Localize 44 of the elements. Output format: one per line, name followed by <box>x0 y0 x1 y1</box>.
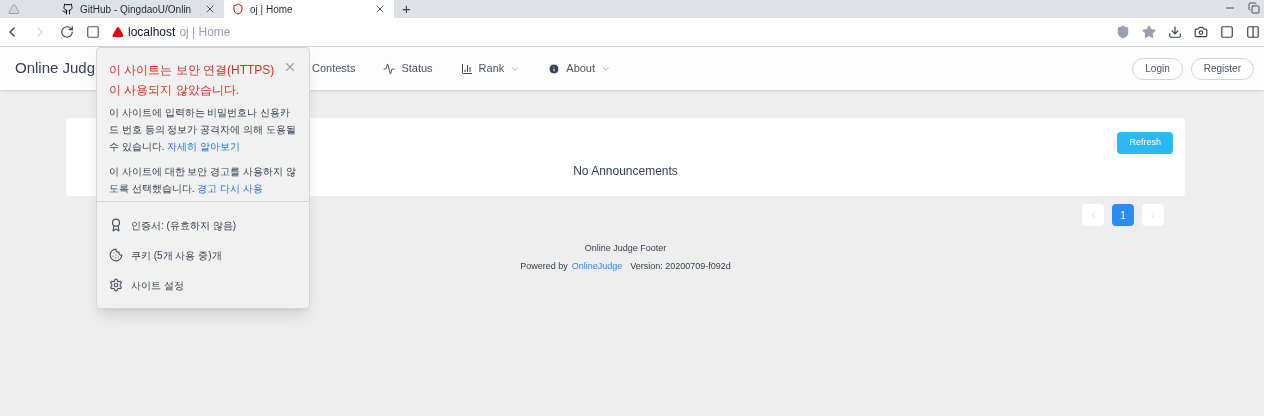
new-tab-button[interactable]: + <box>394 0 419 18</box>
info-icon <box>548 62 561 75</box>
page-icon[interactable] <box>86 25 100 39</box>
cookie-icon <box>109 248 123 262</box>
browser-tab[interactable]: oj | Home <box>224 0 394 18</box>
powered-by-text: Powered by <box>520 259 568 273</box>
bookmark-star-icon[interactable] <box>1142 25 1156 39</box>
page-title: oj | Home <box>179 24 231 41</box>
nav-menu-item[interactable]: Contests <box>312 60 356 77</box>
site-favicon-icon <box>232 3 244 15</box>
close-icon[interactable] <box>374 3 386 15</box>
restore-icon[interactable] <box>1248 2 1260 14</box>
footer-title: Online Judge Footer <box>584 242 667 255</box>
version-text: Version: 20200709-f092d <box>630 259 731 273</box>
nav-menu-item[interactable]: Status <box>383 60 433 77</box>
nav-menu-item[interactable]: About <box>548 60 612 77</box>
popup-link[interactable]: 경고 다시 사용 <box>197 183 263 194</box>
pulse-icon <box>383 62 396 75</box>
auth-button[interactable]: Register <box>1190 57 1254 80</box>
shield-icon[interactable] <box>1116 25 1130 39</box>
popup-title: 이 사이트는 보안 연결(HTTPS)이 사용되지 않았습니다. <box>109 62 276 99</box>
url-host[interactable]: localhost <box>128 23 176 41</box>
popup-menu-item[interactable]: 사이트 설정 <box>97 270 309 300</box>
popup-paragraph: 이 사이트에 대한 보안 경고를 사용하지 않도록 선택했습니다. 경고 다시 사용 <box>109 165 297 196</box>
popup-link[interactable]: 자세히 알아보기 <box>167 141 241 152</box>
bar-chart-icon <box>460 62 473 75</box>
warning-icon[interactable] <box>112 26 124 38</box>
sidebar-icon[interactable] <box>1246 25 1260 39</box>
close-icon[interactable] <box>204 3 216 15</box>
popup-paragraph: 이 사이트에 입력하는 비밀번호나 신용카드 번호 등의 정보가 공격자에 의해 도용될 수 있습니다. 자세히 알아보기 <box>109 106 297 154</box>
reload-icon[interactable] <box>60 25 74 39</box>
empty-message: No Announcements <box>573 163 678 180</box>
settings-icon <box>109 278 123 292</box>
certificate-icon <box>109 218 123 232</box>
tab-title: GitHub - QingdaoU/Onlin <box>80 2 193 17</box>
screenshot-icon[interactable] <box>1194 25 1208 39</box>
popup-menu-item[interactable]: 인증서: (유효하지 않음) <box>97 210 309 240</box>
nav-menu-item[interactable]: Rank <box>460 60 521 77</box>
auth-button[interactable]: Login <box>1132 57 1183 80</box>
reader-icon[interactable] <box>1220 25 1234 39</box>
tab-title: oj | Home <box>250 2 294 17</box>
github-icon <box>62 3 74 15</box>
popup-menu-item[interactable]: 쿠키 (5개 사용 중)개 <box>97 240 309 270</box>
download-icon[interactable] <box>1168 25 1182 39</box>
